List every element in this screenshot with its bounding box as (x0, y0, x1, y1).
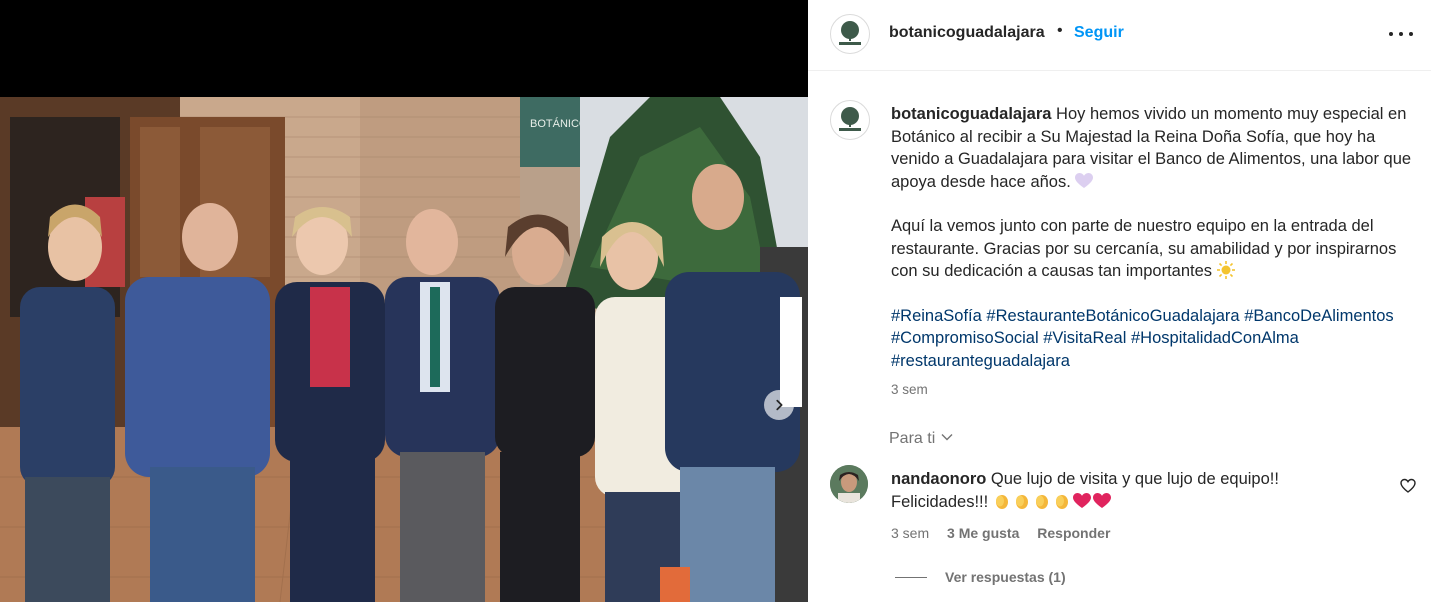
follow-button[interactable]: Seguir (1074, 24, 1124, 42)
view-replies-label[interactable]: Ver respuestas (1) (945, 569, 1066, 585)
post-media: BOTÁNICO (0, 0, 808, 602)
post-details-panel: botanicoguadalajara • Seguir botanicogua… (808, 0, 1431, 602)
commenter-avatar[interactable] (830, 465, 868, 503)
comment-meta: 3 sem 3 Me gusta Responder (891, 525, 1124, 541)
comment-username[interactable]: nandaonoro (891, 470, 986, 488)
comment-text-2: Felicidades!!! (891, 492, 989, 511)
clapping-hands-icon (1015, 494, 1028, 509)
post-timestamp[interactable]: 3 sem (891, 382, 928, 397)
photo-sign-text: BOTÁNICO (530, 117, 588, 130)
separator-dot: • (1057, 22, 1063, 39)
caption-avatar[interactable] (830, 100, 870, 140)
commenter-photo (830, 465, 868, 503)
for-you-label: Para ti (889, 430, 936, 447)
replies-divider (895, 577, 927, 578)
hashtag-list: #ReinaSofía #RestauranteBotánicoGuadalaj… (891, 305, 1421, 373)
post-photo: BOTÁNICO (0, 97, 808, 602)
more-options-icon[interactable] (1386, 22, 1416, 46)
sparkling-heart-icon (1072, 492, 1091, 508)
comment-body: nandaonoro Que lujo de visita y que lujo… (891, 468, 1361, 513)
clapping-hands-icon (1055, 494, 1068, 509)
caption-text-2: Aquí la vemos junto con parte de nuestro… (891, 217, 1397, 280)
comment-likes[interactable]: 3 Me gusta (947, 525, 1019, 541)
hashtag-link[interactable]: #ReinaSofía (891, 307, 982, 325)
sun-icon (1216, 261, 1235, 279)
comment-timestamp[interactable]: 3 sem (891, 525, 929, 541)
comment-text: Que lujo de visita y que lujo de equipo!… (986, 470, 1279, 488)
hashtag-link[interactable]: #HospitalidadConAlma (1131, 329, 1299, 347)
reply-button[interactable]: Responder (1037, 525, 1110, 541)
hashtag-link[interactable]: #RestauranteBotánicoGuadalajara (986, 307, 1239, 325)
caption-username[interactable]: botanicoguadalajara (891, 105, 1051, 123)
heart-outline-icon[interactable] (1400, 478, 1416, 494)
post-caption: botanicoguadalajara Hoy hemos vivido un … (891, 103, 1421, 372)
purple-heart-icon (1075, 172, 1094, 188)
hashtag-link[interactable]: #CompromisoSocial (891, 329, 1039, 347)
botanico-logo (832, 102, 868, 138)
next-photo-button[interactable] (764, 390, 794, 420)
header-username[interactable]: botanicoguadalajara (889, 24, 1045, 42)
for-you-selector[interactable]: Para ti (889, 430, 953, 448)
post-header: botanicoguadalajara • Seguir (808, 0, 1431, 71)
chevron-right-icon (776, 399, 783, 411)
clapping-hands-icon (995, 494, 1008, 509)
hashtag-link[interactable]: #BancoDeAlimentos (1244, 307, 1394, 325)
view-replies[interactable]: Ver respuestas (1) (895, 569, 1066, 585)
profile-avatar[interactable] (830, 14, 870, 54)
hashtag-link[interactable]: #VisitaReal (1043, 329, 1126, 347)
clapping-hands-icon (1035, 494, 1048, 509)
botanico-logo (832, 16, 868, 52)
hashtag-link[interactable]: #restauranteguadalajara (891, 352, 1070, 370)
chevron-down-icon (941, 434, 953, 441)
sparkling-heart-icon (1092, 492, 1111, 508)
